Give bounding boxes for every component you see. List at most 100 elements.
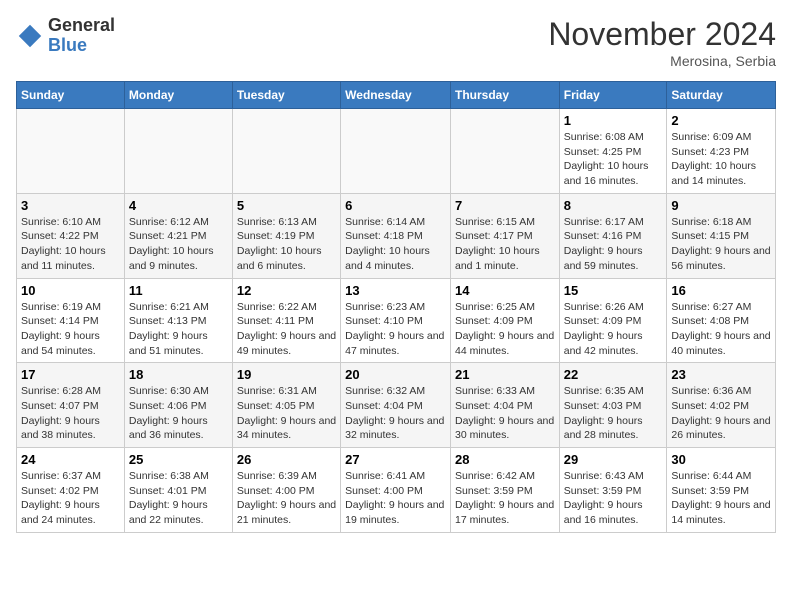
day-cell: 11 Sunrise: 6:21 AM Sunset: 4:13 PM Dayli…: [124, 278, 232, 363]
day-cell: 23 Sunrise: 6:36 AM Sunset: 4:02 PM Dayli…: [667, 363, 776, 448]
day-cell: 18Sunrise: 6:30 AM Sunset: 4:06 PM Dayli…: [124, 363, 232, 448]
day-cell: 24 Sunrise: 6:37 AM Sunset: 4:02 PM Dayli…: [17, 448, 125, 533]
day-cell: 1Sunrise: 6:08 AM Sunset: 4:25 PM Daylig…: [559, 109, 667, 194]
day-cell: 13 Sunrise: 6:23 AM Sunset: 4:10 PM Dayli…: [341, 278, 451, 363]
week-row-0: 1Sunrise: 6:08 AM Sunset: 4:25 PM Daylig…: [17, 109, 776, 194]
day-info: Sunrise: 6:42 AM Sunset: 3:59 PM Dayligh…: [455, 469, 555, 528]
title-block: November 2024 Merosina, Serbia: [548, 16, 776, 69]
day-cell: 15 Sunrise: 6:26 AM Sunset: 4:09 PM Dayli…: [559, 278, 667, 363]
day-number: 24: [21, 452, 120, 467]
day-cell: [17, 109, 125, 194]
day-number: 10: [21, 283, 120, 298]
header-cell-thursday: Thursday: [450, 82, 559, 109]
day-info: Sunrise: 6:27 AM Sunset: 4:08 PM Dayligh…: [671, 300, 771, 359]
day-info: Sunrise: 6:15 AM Sunset: 4:17 PM Dayligh…: [455, 215, 555, 274]
day-number: 25: [129, 452, 228, 467]
day-info: Sunrise: 6:44 AM Sunset: 3:59 PM Dayligh…: [671, 469, 771, 528]
header-row: SundayMondayTuesdayWednesdayThursdayFrid…: [17, 82, 776, 109]
day-info: Sunrise: 6:25 AM Sunset: 4:09 PM Dayligh…: [455, 300, 555, 359]
day-number: 4: [129, 198, 228, 213]
day-info: Sunrise: 6:19 AM Sunset: 4:14 PM Dayligh…: [21, 300, 120, 359]
day-number: 17: [21, 367, 120, 382]
calendar-body: 1Sunrise: 6:08 AM Sunset: 4:25 PM Daylig…: [17, 109, 776, 533]
day-number: 30: [671, 452, 771, 467]
day-number: 11: [129, 283, 228, 298]
day-number: 14: [455, 283, 555, 298]
day-info: Sunrise: 6:26 AM Sunset: 4:09 PM Dayligh…: [564, 300, 663, 359]
day-number: 6: [345, 198, 446, 213]
day-cell: 7 Sunrise: 6:15 AM Sunset: 4:17 PM Daylig…: [450, 193, 559, 278]
logo: General Blue: [16, 16, 115, 56]
day-info: Sunrise: 6:37 AM Sunset: 4:02 PM Dayligh…: [21, 469, 120, 528]
day-info: Sunrise: 6:21 AM Sunset: 4:13 PM Dayligh…: [129, 300, 228, 359]
day-info: Sunrise: 6:43 AM Sunset: 3:59 PM Dayligh…: [564, 469, 663, 528]
calendar-header: SundayMondayTuesdayWednesdayThursdayFrid…: [17, 82, 776, 109]
day-info: Sunrise: 6:23 AM Sunset: 4:10 PM Dayligh…: [345, 300, 446, 359]
day-cell: 19Sunrise: 6:31 AM Sunset: 4:05 PM Dayli…: [232, 363, 340, 448]
day-number: 12: [237, 283, 336, 298]
day-info: Sunrise: 6:39 AM Sunset: 4:00 PM Dayligh…: [237, 469, 336, 528]
day-number: 27: [345, 452, 446, 467]
day-number: 20: [345, 367, 446, 382]
day-info: Sunrise: 6:08 AM Sunset: 4:25 PM Dayligh…: [564, 130, 663, 189]
day-number: 18: [129, 367, 228, 382]
day-cell: 9Sunrise: 6:18 AM Sunset: 4:15 PM Daylig…: [667, 193, 776, 278]
day-cell: 12 Sunrise: 6:22 AM Sunset: 4:11 PM Dayli…: [232, 278, 340, 363]
day-cell: [232, 109, 340, 194]
day-number: 13: [345, 283, 446, 298]
calendar-table: SundayMondayTuesdayWednesdayThursdayFrid…: [16, 81, 776, 533]
week-row-3: 17 Sunrise: 6:28 AM Sunset: 4:07 PM Dayli…: [17, 363, 776, 448]
day-cell: 27 Sunrise: 6:41 AM Sunset: 4:00 PM Dayli…: [341, 448, 451, 533]
logo-icon: [16, 22, 44, 50]
header-cell-wednesday: Wednesday: [341, 82, 451, 109]
day-info: Sunrise: 6:33 AM Sunset: 4:04 PM Dayligh…: [455, 384, 555, 443]
day-number: 15: [564, 283, 663, 298]
logo-general: General: [48, 16, 115, 36]
day-info: Sunrise: 6:31 AM Sunset: 4:05 PM Dayligh…: [237, 384, 336, 443]
day-info: Sunrise: 6:28 AM Sunset: 4:07 PM Dayligh…: [21, 384, 120, 443]
day-cell: 25Sunrise: 6:38 AM Sunset: 4:01 PM Dayli…: [124, 448, 232, 533]
day-cell: 22Sunrise: 6:35 AM Sunset: 4:03 PM Dayli…: [559, 363, 667, 448]
day-cell: [124, 109, 232, 194]
day-number: 29: [564, 452, 663, 467]
day-cell: 21 Sunrise: 6:33 AM Sunset: 4:04 PM Dayli…: [450, 363, 559, 448]
week-row-2: 10 Sunrise: 6:19 AM Sunset: 4:14 PM Dayli…: [17, 278, 776, 363]
day-number: 21: [455, 367, 555, 382]
logo-text: General Blue: [48, 16, 115, 56]
page-header: General Blue November 2024 Merosina, Ser…: [16, 16, 776, 69]
day-number: 2: [671, 113, 771, 128]
day-info: Sunrise: 6:14 AM Sunset: 4:18 PM Dayligh…: [345, 215, 446, 274]
header-cell-monday: Monday: [124, 82, 232, 109]
header-cell-saturday: Saturday: [667, 82, 776, 109]
day-cell: 6 Sunrise: 6:14 AM Sunset: 4:18 PM Daylig…: [341, 193, 451, 278]
day-cell: 20 Sunrise: 6:32 AM Sunset: 4:04 PM Dayli…: [341, 363, 451, 448]
day-cell: 29 Sunrise: 6:43 AM Sunset: 3:59 PM Dayli…: [559, 448, 667, 533]
day-number: 7: [455, 198, 555, 213]
day-cell: 4Sunrise: 6:12 AM Sunset: 4:21 PM Daylig…: [124, 193, 232, 278]
day-number: 26: [237, 452, 336, 467]
day-info: Sunrise: 6:36 AM Sunset: 4:02 PM Dayligh…: [671, 384, 771, 443]
day-cell: [341, 109, 451, 194]
day-cell: 14 Sunrise: 6:25 AM Sunset: 4:09 PM Dayli…: [450, 278, 559, 363]
day-info: Sunrise: 6:17 AM Sunset: 4:16 PM Dayligh…: [564, 215, 663, 274]
header-cell-friday: Friday: [559, 82, 667, 109]
day-info: Sunrise: 6:13 AM Sunset: 4:19 PM Dayligh…: [237, 215, 336, 274]
day-number: 23: [671, 367, 771, 382]
day-number: 16: [671, 283, 771, 298]
day-number: 28: [455, 452, 555, 467]
day-info: Sunrise: 6:41 AM Sunset: 4:00 PM Dayligh…: [345, 469, 446, 528]
day-cell: 2Sunrise: 6:09 AM Sunset: 4:23 PM Daylig…: [667, 109, 776, 194]
day-info: Sunrise: 6:22 AM Sunset: 4:11 PM Dayligh…: [237, 300, 336, 359]
location: Merosina, Serbia: [548, 53, 776, 69]
day-number: 5: [237, 198, 336, 213]
day-cell: 17 Sunrise: 6:28 AM Sunset: 4:07 PM Dayli…: [17, 363, 125, 448]
day-cell: 10 Sunrise: 6:19 AM Sunset: 4:14 PM Dayli…: [17, 278, 125, 363]
day-info: Sunrise: 6:10 AM Sunset: 4:22 PM Dayligh…: [21, 215, 120, 274]
day-cell: 26 Sunrise: 6:39 AM Sunset: 4:00 PM Dayli…: [232, 448, 340, 533]
day-number: 3: [21, 198, 120, 213]
logo-blue: Blue: [48, 36, 115, 56]
day-number: 8: [564, 198, 663, 213]
header-cell-tuesday: Tuesday: [232, 82, 340, 109]
day-info: Sunrise: 6:32 AM Sunset: 4:04 PM Dayligh…: [345, 384, 446, 443]
day-number: 9: [671, 198, 771, 213]
